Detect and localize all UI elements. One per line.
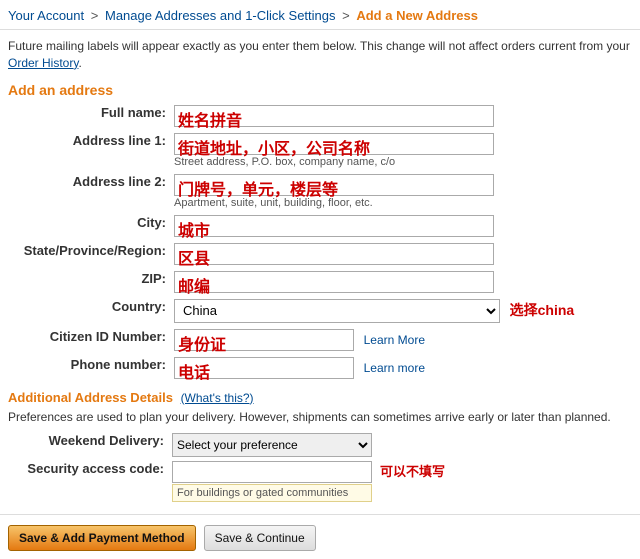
full-name-row: Full name: 姓名拼音	[0, 102, 640, 130]
state-wrapper: 区县	[174, 243, 494, 265]
city-cell: 城市	[170, 212, 640, 240]
additional-table: Weekend Delivery: Select your preference…	[8, 431, 449, 504]
address1-cell: 街道地址，小区，公司名称 Street address, P.O. box, c…	[170, 130, 640, 171]
address2-input[interactable]	[174, 174, 494, 196]
weekend-delivery-row: Weekend Delivery: Select your preference…	[8, 431, 449, 459]
additional-title: Additional Address Details	[8, 390, 173, 405]
citizen-id-row: Citizen ID Number: 身份证 Learn More	[0, 326, 640, 354]
phone-wrapper: 电话	[174, 357, 354, 379]
address1-row: Address line 1: 街道地址，小区，公司名称 Street addr…	[0, 130, 640, 171]
address2-hint: Apartment, suite, unit, building, floor,…	[174, 197, 636, 209]
phone-cell: 电话 Learn more	[170, 354, 640, 382]
phone-input[interactable]	[174, 357, 354, 379]
no-fill-annotation: 可以不填写	[376, 459, 449, 504]
state-cell: 区县	[170, 240, 640, 268]
whats-this-link[interactable]: (What's this?)	[181, 391, 254, 405]
address1-hint: Street address, P.O. box, company name, …	[174, 156, 636, 168]
country-row: Country: China United States United King…	[0, 296, 640, 326]
weekend-delivery-select[interactable]: Select your preference Yes No	[172, 433, 372, 457]
state-label: State/Province/Region:	[0, 240, 170, 268]
address2-wrapper: 门牌号，单元，楼层等	[174, 174, 494, 196]
security-code-row: Security access code: For buildings or g…	[8, 459, 449, 504]
citizen-id-learn-more[interactable]: Learn More	[364, 333, 425, 347]
city-label: City:	[0, 212, 170, 240]
zip-input[interactable]	[174, 271, 494, 293]
address2-label: Address line 2:	[0, 171, 170, 212]
security-code-hint: For buildings or gated communities	[172, 484, 372, 502]
order-history-link[interactable]: Order History	[8, 56, 78, 70]
citizen-id-label: Citizen ID Number:	[0, 326, 170, 354]
breadcrumb-account-link[interactable]: Your Account	[8, 8, 84, 23]
breadcrumb: Your Account > Manage Addresses and 1-Cl…	[0, 0, 640, 30]
weekend-delivery-cell: Select your preference Yes No	[168, 431, 376, 459]
save-continue-button[interactable]: Save & Continue	[204, 525, 316, 551]
state-row: State/Province/Region: 区县	[0, 240, 640, 268]
address1-input[interactable]	[174, 133, 494, 155]
country-cell: China United States United Kingdom Japan…	[170, 296, 640, 326]
phone-learn-more[interactable]: Learn more	[364, 361, 425, 375]
security-code-label: Security access code:	[8, 459, 168, 504]
city-input[interactable]	[174, 215, 494, 237]
full-name-cell: 姓名拼音	[170, 102, 640, 130]
citizen-id-cell: 身份证 Learn More	[170, 326, 640, 354]
add-address-heading: Add an address	[0, 76, 640, 102]
zip-label: ZIP:	[0, 268, 170, 296]
phone-row: Phone number: 电话 Learn more	[0, 354, 640, 382]
country-select[interactable]: China United States United Kingdom Japan…	[174, 299, 500, 323]
zip-row: ZIP: 邮编	[0, 268, 640, 296]
address-form: Full name: 姓名拼音 Address line 1: 街道地址，小区，…	[0, 102, 640, 382]
phone-label: Phone number:	[0, 354, 170, 382]
address1-wrapper: 街道地址，小区，公司名称	[174, 133, 494, 155]
city-row: City: 城市	[0, 212, 640, 240]
country-label: Country:	[0, 296, 170, 326]
button-bar: Save & Add Payment Method Save & Continu…	[0, 514, 640, 559]
zip-cell: 邮编	[170, 268, 640, 296]
additional-description: Preferences are used to plan your delive…	[0, 407, 640, 430]
breadcrumb-sep2: >	[342, 8, 350, 23]
full-name-wrapper: 姓名拼音	[174, 105, 494, 127]
weekend-delivery-label: Weekend Delivery:	[8, 431, 168, 459]
additional-form: Weekend Delivery: Select your preference…	[0, 429, 640, 506]
city-wrapper: 城市	[174, 215, 494, 237]
additional-heading: Additional Address Details (What's this?…	[0, 382, 640, 407]
breadcrumb-sep1: >	[91, 8, 99, 23]
intro-text: Future mailing labels will appear exactl…	[0, 30, 640, 76]
address1-label: Address line 1:	[0, 130, 170, 171]
save-add-payment-button[interactable]: Save & Add Payment Method	[8, 525, 196, 551]
state-input[interactable]	[174, 243, 494, 265]
full-name-label: Full name:	[0, 102, 170, 130]
breadcrumb-manage-link[interactable]: Manage Addresses and 1-Click Settings	[105, 8, 336, 23]
full-name-input[interactable]	[174, 105, 494, 127]
security-code-cell: For buildings or gated communities	[168, 459, 376, 504]
address2-row: Address line 2: 门牌号，单元，楼层等 Apartment, su…	[0, 171, 640, 212]
china-annotation: 选择china	[510, 302, 575, 318]
security-code-input[interactable]	[172, 461, 372, 483]
citizen-id-input[interactable]	[174, 329, 354, 351]
zip-wrapper: 邮编	[174, 271, 494, 293]
breadcrumb-current: Add a New Address	[356, 8, 478, 23]
citizen-id-wrapper: 身份证	[174, 329, 354, 351]
intro-main-text: Future mailing labels will appear exactl…	[8, 39, 630, 53]
address2-cell: 门牌号，单元，楼层等 Apartment, suite, unit, build…	[170, 171, 640, 212]
